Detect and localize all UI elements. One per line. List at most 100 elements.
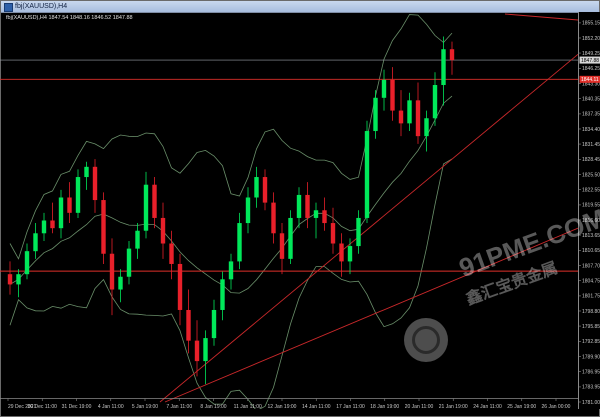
candle [118,269,123,303]
candle-body [424,118,429,137]
candle-body [381,79,387,98]
candle [101,192,106,264]
candle [441,36,446,106]
candle-body [75,177,81,213]
candle [313,202,319,239]
candle-body [347,246,353,262]
candle-body [271,202,276,234]
candle [271,192,276,244]
candle-body [33,233,38,252]
candle-body [58,197,64,229]
candle [169,230,174,280]
time-tick-label: 4 Jan 11:00 [98,404,124,410]
symbol-ohlc-line: fbj(XAUUSD),H4 1847.54 1848.16 1846.52 1… [6,15,133,21]
candle-body [16,274,21,285]
time-tick-label: 20 Jan 11:00 [405,404,434,410]
candle [7,261,13,295]
price-tick-label: 1804.75 [582,278,600,284]
price-tick-label: 1825.50 [582,172,600,178]
candle [373,90,378,139]
candle [279,223,285,275]
candle [58,189,64,239]
candle-body [101,200,106,254]
candle [203,330,208,385]
candle-body [330,223,336,244]
candle [126,240,132,285]
candle-body [305,194,310,218]
candle [92,159,98,213]
bb-upper-band [9,14,453,260]
candle [296,187,302,229]
price-tick-label: 1798.80 [582,309,600,315]
candle [330,207,336,254]
candle [33,223,38,259]
price-tick-label: 1792.85 [582,339,600,345]
candle [254,166,259,208]
chart-window-icon [4,3,13,12]
candle [109,238,115,316]
candle [322,197,327,231]
candle-body [152,184,157,218]
candle-body [237,223,242,262]
window-title: fbj(XAUUSD),H4 [15,3,68,10]
candle-body [364,131,370,218]
candle [339,233,344,277]
price-tick-label: 1828.45 [582,157,600,163]
candle-body [296,194,302,218]
price-tick-label: 1783.95 [582,385,600,391]
time-tick-label: 24 Jan 11:00 [473,404,502,410]
candle-body [143,184,149,231]
time-axis[interactable]: 29 Dec 202130 Dec 11:00 31 Dec 19:00 4 Jan… [0,398,578,417]
time-tick-label: 5 Jan 19:00 [132,404,158,410]
time-tick-label: 7 Jan 11:00 [166,404,192,410]
candle-body [135,230,140,249]
candle-body [313,210,319,218]
candle [398,90,404,137]
price-tick-label: 1831.45 [582,142,600,148]
candle [50,202,55,234]
price-tick-label: 1837.35 [582,112,600,118]
price-tick-label: 1849.25 [582,51,600,57]
candle-body [177,263,183,310]
candle [67,182,72,224]
price-tick-label: 1846.25 [582,66,600,72]
candle-body [67,197,72,213]
candle [305,182,310,229]
candle [288,210,293,264]
candle-body [24,251,30,275]
price-chart[interactable] [0,12,578,409]
time-tick-label: 11 Jan 11:00 [234,404,262,410]
candle-body [186,309,191,341]
candle-body [41,220,47,234]
time-tick-label: 26 Jan 00:00 [542,404,571,410]
candle [381,69,387,111]
candle-body [203,338,208,362]
time-tick-label: 25 Jan 19:00 [507,404,536,410]
candle-body [279,233,285,259]
candle-body [245,197,251,224]
candle-body [390,79,395,111]
price-tick-label: 1795.85 [582,324,600,330]
candle [75,169,81,218]
level-price-label: 1844.11 [581,77,599,83]
time-tick-label: 14 Jan 11:00 [302,404,331,410]
candle-body [288,217,293,259]
candle [41,212,47,241]
candle [194,320,200,377]
time-tick-label: 12 Jan 19:00 [268,404,297,410]
candle-body [92,166,98,201]
price-tick-label: 1852.20 [582,36,600,42]
candle-body [398,110,404,124]
candle-body [449,49,455,61]
candle [152,177,157,229]
candle [186,289,191,354]
price-tick-label: 1822.55 [582,187,600,193]
candle-body [220,279,225,310]
candle-body [109,253,115,290]
candle [160,202,166,259]
candle-body [339,243,344,262]
price-tick-label: 1855.15 [582,21,600,27]
candle-body [169,243,174,264]
candle-body [415,100,421,137]
candle [407,92,412,132]
